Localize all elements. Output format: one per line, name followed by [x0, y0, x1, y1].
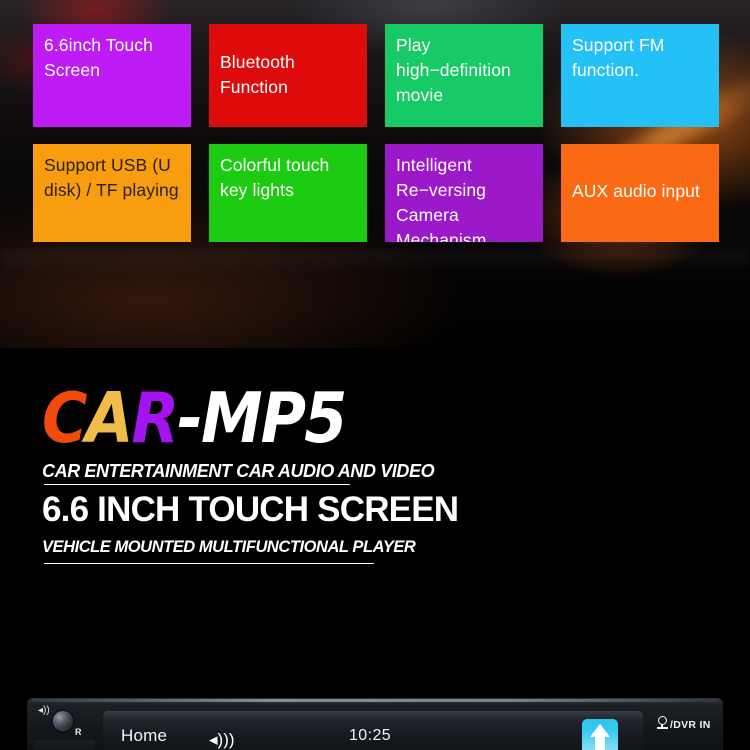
dashboard-edge-highlight — [0, 250, 750, 276]
branding-section: CAR-MP5 CAR ENTERTAINMENT CAR AUDIO AND … — [0, 348, 750, 678]
up-arrow-icon[interactable] — [582, 719, 618, 750]
feature-tile-label: AUX audio input — [572, 181, 700, 201]
unit-display-screen[interactable]: Home ◂))) 10:25 — [103, 711, 643, 750]
feature-tile-label: Intelligent Re−versing Camera Mechanism — [396, 155, 487, 242]
unit-top-highlight — [32, 699, 718, 702]
volume-icon[interactable]: ◂))) — [209, 731, 235, 748]
feature-tile-fm: Support FM function. — [561, 24, 719, 127]
feature-tile-label: Colorful touch key lights — [220, 155, 330, 200]
feature-tile-usb-tf: Support USB (U disk) / TF playing — [33, 144, 191, 242]
feature-tile-hd-movie: Play high−definition movie — [385, 24, 543, 127]
home-button[interactable]: Home — [121, 726, 167, 746]
feature-tile-label: Play high−definition movie — [396, 35, 511, 105]
dvr-in-label: /DVR IN — [670, 719, 711, 731]
feature-tile-label: Support USB (U disk) / TF playing — [44, 155, 179, 200]
device-photo-section: ◂)) R Home ◂))) 10:25 /DVR IN — [0, 678, 750, 750]
feature-tile-label: Bluetooth Function — [220, 52, 295, 97]
volume-knob[interactable] — [53, 711, 73, 731]
feature-tile-label: Support FM function. — [572, 35, 665, 80]
camera-icon — [657, 716, 668, 729]
logo-letter-r: R — [131, 377, 180, 460]
tagline-secondary-underline — [44, 563, 374, 564]
camera-base — [657, 727, 668, 729]
logo-suffix-mp5: -MP5 — [177, 377, 347, 460]
feature-tile-bluetooth: Bluetooth Function — [209, 24, 367, 127]
product-headline: 6.6 INCH TOUCH SCREEN — [42, 490, 459, 529]
feature-tile-row: 6.6inch Touch Screen Bluetooth Function … — [33, 24, 721, 127]
tagline-primary-underline — [44, 484, 350, 485]
unit-mounting-bracket — [35, 740, 95, 750]
feature-tile-touch-screen: 6.6inch Touch Screen — [33, 24, 191, 127]
feature-tile-aux-input: AUX audio input — [561, 144, 719, 242]
clock-display: 10:25 — [349, 727, 392, 744]
reset-label: R — [75, 727, 82, 737]
feature-tile-row: Support USB (U disk) / TF playing Colorf… — [33, 144, 721, 242]
tagline-secondary: VEHICLE MOUNTED MULTIFUNCTIONAL PLAYER — [42, 538, 416, 556]
product-listing-page: 6.6inch Touch Screen Bluetooth Function … — [0, 0, 750, 750]
logo-letter-a: A — [85, 377, 134, 460]
feature-tile-grid: 6.6inch Touch Screen Bluetooth Function … — [33, 24, 721, 242]
car-mp5-logo: CAR-MP5 — [42, 377, 347, 460]
screen-status-bar: Home ◂))) 10:25 — [103, 711, 643, 750]
feature-tile-label: 6.6inch Touch Screen — [44, 35, 153, 80]
up-arrow-glyph — [590, 724, 610, 750]
speaker-icon: ◂)) — [38, 705, 50, 716]
feature-tile-reversing-camera: Intelligent Re−versing Camera Mechanism — [385, 144, 543, 242]
logo-letter-c: C — [42, 377, 87, 460]
feature-highlights-section: 6.6inch Touch Screen Bluetooth Function … — [0, 0, 750, 348]
tagline-primary: CAR ENTERTAINMENT CAR AUDIO AND VIDEO — [42, 461, 435, 481]
feature-tile-touch-key-lights: Colorful touch key lights — [209, 144, 367, 242]
